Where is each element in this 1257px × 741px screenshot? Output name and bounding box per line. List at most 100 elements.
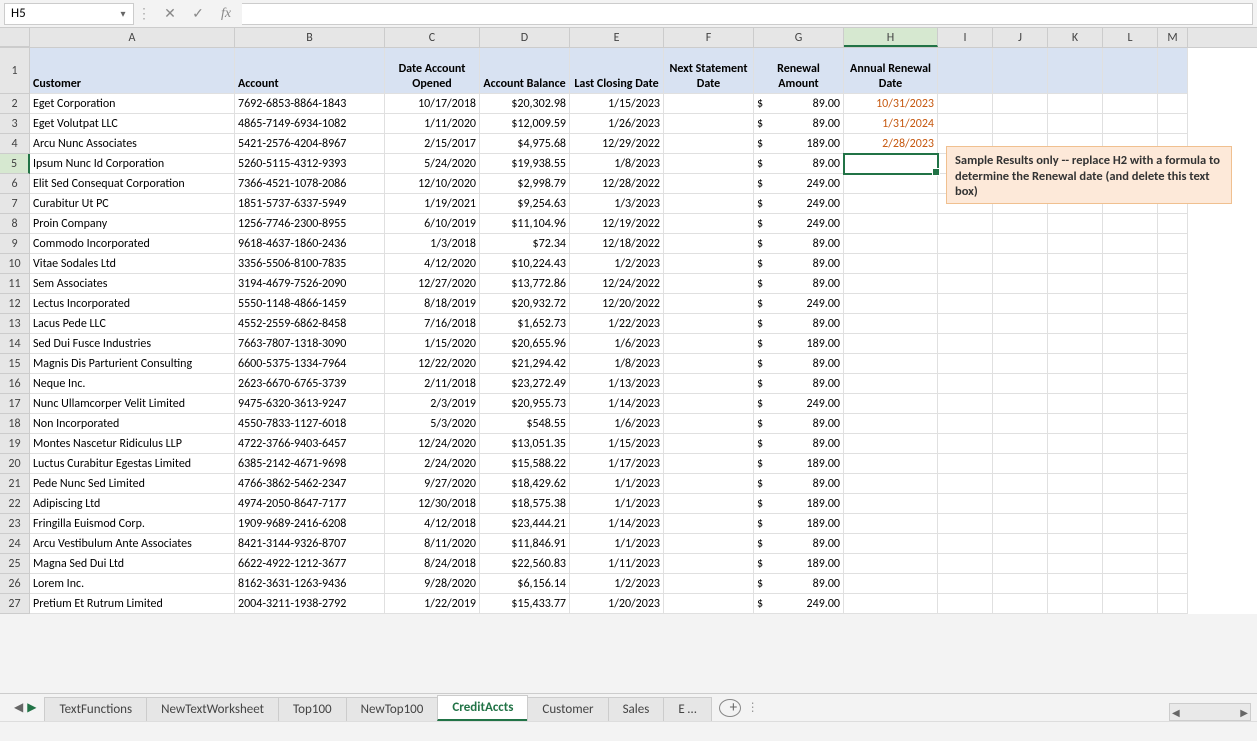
cell-D7[interactable]: $9,254.63 xyxy=(480,194,570,214)
tab-menu-icon[interactable]: ⋮ xyxy=(747,700,759,715)
cell-I2[interactable] xyxy=(938,94,993,114)
tab-prev-icon[interactable]: ◀ xyxy=(14,700,23,715)
cell-D10[interactable]: $10,224.43 xyxy=(480,254,570,274)
add-sheet-button[interactable]: + xyxy=(719,699,741,717)
cell-F2[interactable] xyxy=(664,94,754,114)
header-cell-J[interactable] xyxy=(993,48,1048,94)
cell-H2[interactable]: 10/31/2023 xyxy=(844,94,938,114)
sheet-tab-newtop100[interactable]: NewTop100 xyxy=(346,697,439,721)
row-header-5[interactable]: 5 xyxy=(0,154,30,174)
row-header-20[interactable]: 20 xyxy=(0,454,30,474)
cell-D14[interactable]: $20,655.96 xyxy=(480,334,570,354)
cell-L14[interactable] xyxy=(1103,334,1158,354)
cell-D6[interactable]: $2,998.79 xyxy=(480,174,570,194)
cell-A24[interactable]: Arcu Vestibulum Ante Associates xyxy=(30,534,235,554)
cell-G5[interactable]: $89.00 xyxy=(754,154,844,174)
cell-A15[interactable]: Magnis Dis Parturient Consulting xyxy=(30,354,235,374)
row-header-9[interactable]: 9 xyxy=(0,234,30,254)
cell-C27[interactable]: 1/22/2019 xyxy=(385,594,480,614)
cell-M19[interactable] xyxy=(1158,434,1188,454)
cell-B20[interactable]: 6385-2142-4671-9698 xyxy=(235,454,385,474)
cell-L13[interactable] xyxy=(1103,314,1158,334)
cell-H13[interactable] xyxy=(844,314,938,334)
cell-F17[interactable] xyxy=(664,394,754,414)
cell-D25[interactable]: $22,560.83 xyxy=(480,554,570,574)
col-header-H[interactable]: H xyxy=(844,28,938,47)
cell-M13[interactable] xyxy=(1158,314,1188,334)
cell-J22[interactable] xyxy=(993,494,1048,514)
cell-C11[interactable]: 12/27/2020 xyxy=(385,274,480,294)
cell-J10[interactable] xyxy=(993,254,1048,274)
cell-B8[interactable]: 1256-7746-2300-8955 xyxy=(235,214,385,234)
cell-K22[interactable] xyxy=(1048,494,1103,514)
cell-L8[interactable] xyxy=(1103,214,1158,234)
cell-C4[interactable]: 2/15/2017 xyxy=(385,134,480,154)
cell-G21[interactable]: $89.00 xyxy=(754,474,844,494)
cell-K2[interactable] xyxy=(1048,94,1103,114)
cell-J17[interactable] xyxy=(993,394,1048,414)
cell-M14[interactable] xyxy=(1158,334,1188,354)
cell-L9[interactable] xyxy=(1103,234,1158,254)
scroll-left-icon[interactable]: ◀ xyxy=(1172,706,1180,719)
cell-E25[interactable]: 1/11/2023 xyxy=(570,554,664,574)
cell-F6[interactable] xyxy=(664,174,754,194)
col-header-M[interactable]: M xyxy=(1158,28,1188,47)
row-header-6[interactable]: 6 xyxy=(0,174,30,194)
cell-L21[interactable] xyxy=(1103,474,1158,494)
cell-C18[interactable]: 5/3/2020 xyxy=(385,414,480,434)
scroll-right-icon[interactable]: ▶ xyxy=(1240,706,1248,719)
cell-C3[interactable]: 1/11/2020 xyxy=(385,114,480,134)
cell-G2[interactable]: $89.00 xyxy=(754,94,844,114)
row-header-4[interactable]: 4 xyxy=(0,134,30,154)
header-cell-E[interactable]: Last Closing Date xyxy=(570,48,664,94)
cell-K27[interactable] xyxy=(1048,594,1103,614)
cell-J9[interactable] xyxy=(993,234,1048,254)
cell-F11[interactable] xyxy=(664,274,754,294)
cell-F10[interactable] xyxy=(664,254,754,274)
cell-C10[interactable]: 4/12/2020 xyxy=(385,254,480,274)
cell-L19[interactable] xyxy=(1103,434,1158,454)
cell-A27[interactable]: Pretium Et Rutrum Limited xyxy=(30,594,235,614)
cell-E2[interactable]: 1/15/2023 xyxy=(570,94,664,114)
cell-E14[interactable]: 1/6/2023 xyxy=(570,334,664,354)
cell-D9[interactable]: $72.34 xyxy=(480,234,570,254)
cell-F22[interactable] xyxy=(664,494,754,514)
cell-E4[interactable]: 12/29/2022 xyxy=(570,134,664,154)
cell-M8[interactable] xyxy=(1158,214,1188,234)
row-header-19[interactable]: 19 xyxy=(0,434,30,454)
cell-J21[interactable] xyxy=(993,474,1048,494)
cell-B13[interactable]: 4552-2559-6862-8458 xyxy=(235,314,385,334)
cell-K13[interactable] xyxy=(1048,314,1103,334)
cell-E19[interactable]: 1/15/2023 xyxy=(570,434,664,454)
cell-K25[interactable] xyxy=(1048,554,1103,574)
cell-J8[interactable] xyxy=(993,214,1048,234)
cell-F24[interactable] xyxy=(664,534,754,554)
cell-H15[interactable] xyxy=(844,354,938,374)
cell-F9[interactable] xyxy=(664,234,754,254)
cell-E16[interactable]: 1/13/2023 xyxy=(570,374,664,394)
cell-D11[interactable]: $13,772.86 xyxy=(480,274,570,294)
cell-E27[interactable]: 1/20/2023 xyxy=(570,594,664,614)
cell-A4[interactable]: Arcu Nunc Associates xyxy=(30,134,235,154)
cell-C6[interactable]: 12/10/2020 xyxy=(385,174,480,194)
cell-K23[interactable] xyxy=(1048,514,1103,534)
cell-F21[interactable] xyxy=(664,474,754,494)
cell-K3[interactable] xyxy=(1048,114,1103,134)
tab-next-icon[interactable]: ▶ xyxy=(27,700,36,715)
row-header-12[interactable]: 12 xyxy=(0,294,30,314)
name-box[interactable]: H5 ▾ xyxy=(4,3,134,25)
cell-I21[interactable] xyxy=(938,474,993,494)
cell-B27[interactable]: 2004-3211-1938-2792 xyxy=(235,594,385,614)
cell-K17[interactable] xyxy=(1048,394,1103,414)
cell-E18[interactable]: 1/6/2023 xyxy=(570,414,664,434)
cell-J12[interactable] xyxy=(993,294,1048,314)
horizontal-scrollbar[interactable]: ◀ ▶ xyxy=(1169,703,1251,721)
cell-G22[interactable]: $189.00 xyxy=(754,494,844,514)
cell-L18[interactable] xyxy=(1103,414,1158,434)
cell-M18[interactable] xyxy=(1158,414,1188,434)
cell-G4[interactable]: $189.00 xyxy=(754,134,844,154)
row-header-17[interactable]: 17 xyxy=(0,394,30,414)
cell-C8[interactable]: 6/10/2019 xyxy=(385,214,480,234)
cell-K20[interactable] xyxy=(1048,454,1103,474)
cell-B3[interactable]: 4865-7149-6934-1082 xyxy=(235,114,385,134)
